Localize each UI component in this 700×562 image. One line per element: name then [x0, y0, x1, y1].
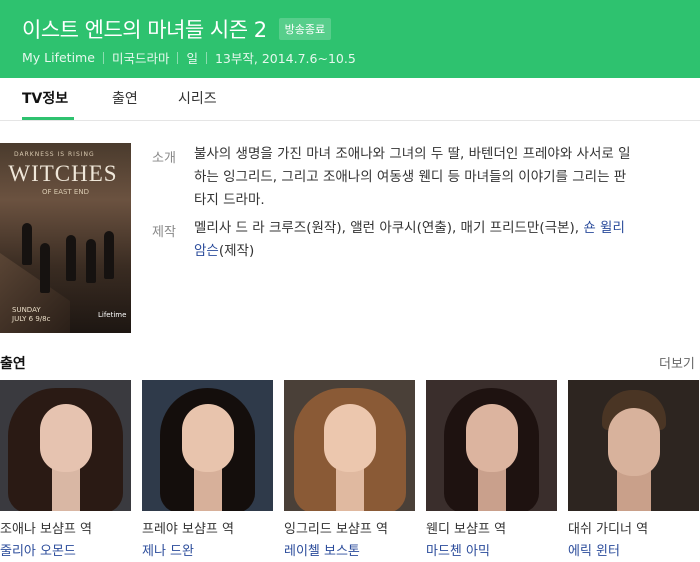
meta-divider	[205, 51, 207, 64]
character-role: 프레야 보샴프 역	[142, 522, 234, 537]
photo-face	[324, 404, 376, 472]
poster-figure	[86, 239, 96, 283]
credits-label: 제작	[152, 225, 176, 240]
actor-name-link[interactable]: 마드첸 아믹	[426, 540, 490, 559]
photo-face	[466, 404, 518, 472]
poster-network-logo: Lifetime	[98, 311, 127, 319]
photo-face	[182, 404, 234, 472]
poster-figure	[66, 235, 76, 281]
cast-card[interactable]: 대쉬 가디너 역 에릭 윈터	[568, 380, 699, 559]
producer-link[interactable]: 암슨	[194, 243, 219, 259]
channel-link[interactable]: My Lifetime	[22, 50, 95, 65]
tab-bar: TV정보 출연 시리즈	[0, 78, 700, 121]
cast-card[interactable]: 잉그리드 보샴프 역 레이첼 보스톤	[284, 380, 415, 559]
tab-series[interactable]: 시리즈	[178, 78, 217, 121]
actor-name-link[interactable]: 제나 드완	[142, 540, 194, 559]
actor-name-link[interactable]: 레이첼 보스톤	[284, 540, 360, 559]
actor-photo[interactable]	[568, 380, 699, 511]
status-badge: 방송종료	[278, 18, 332, 40]
photo-face	[40, 404, 92, 472]
character-role: 잉그리드 보샴프 역	[284, 522, 388, 537]
meta-divider	[102, 51, 104, 64]
poster-figure	[104, 231, 114, 279]
actor-photo[interactable]	[284, 380, 415, 511]
intro-label: 소개	[152, 151, 176, 166]
credits-names: 멜리사 드 라 크루즈(원작), 앨런 아쿠시(연출), 매기 프리드만(극본)…	[194, 220, 580, 236]
episode-info: 13부작, 2014.7.6~10.5	[214, 51, 356, 66]
photo-neck	[478, 466, 506, 511]
actor-name-link[interactable]: 줄리아 오몬드	[0, 540, 76, 559]
active-tab-indicator	[22, 117, 74, 120]
poster-subtitle: OF EAST END	[42, 188, 89, 196]
actor-photo[interactable]	[0, 380, 131, 511]
genre-link[interactable]: 미국드라마	[112, 48, 170, 67]
credits-text: 멜리사 드 라 크루즈(원작), 앨런 아쿠시(연출), 매기 프리드만(극본)…	[194, 217, 694, 263]
intro-line: 타지 드라마.	[194, 192, 265, 208]
poster-tagline: DARKNESS IS RISING	[14, 151, 95, 158]
meta-row: My Lifetime 미국드라마 일 13부작, 2014.7.6~10.5	[22, 48, 356, 67]
character-role: 대쉬 가디너 역	[568, 522, 649, 537]
meta-divider	[177, 51, 179, 64]
more-cast-link[interactable]: 더보기	[659, 353, 695, 372]
cast-card[interactable]: 조애나 보샴프 역 줄리아 오몬드	[0, 380, 131, 559]
producer-link[interactable]: 숀 윌리	[583, 220, 625, 236]
character-role: 웬디 보샴프 역	[426, 522, 507, 537]
poster-date-line: SUNDAY	[12, 306, 41, 314]
poster-figure	[40, 243, 50, 293]
title-row: 이스트 엔드의 마녀들 시즌 2 방송종료	[22, 14, 332, 44]
poster-date-line: JULY 6 9/8c	[12, 315, 51, 323]
intro-line: 하는 잉그리드, 그리고 조애나의 여동생 웬디 등 마녀들의 이야기를 그리는…	[194, 169, 627, 185]
actor-photo[interactable]	[426, 380, 557, 511]
poster-date: SUNDAY JULY 6 9/8c	[12, 306, 50, 324]
intro-line: 불사의 생명을 가진 마녀 조애나와 그녀의 두 딸, 바텐더인 프레야와 사서…	[194, 146, 631, 162]
actor-photo[interactable]	[142, 380, 273, 511]
photo-neck	[52, 466, 80, 511]
photo-face	[608, 408, 660, 476]
air-day: 일	[186, 51, 198, 66]
show-poster[interactable]: DARKNESS IS RISING WITCHES OF EAST END S…	[0, 143, 131, 333]
credits-suffix: (제작)	[218, 243, 255, 259]
tab-tv-info[interactable]: TV정보	[22, 78, 68, 121]
cast-card[interactable]: 웬디 보샴프 역 마드첸 아믹	[426, 380, 557, 559]
intro-text: 불사의 생명을 가진 마녀 조애나와 그녀의 두 딸, 바텐더인 프레야와 사서…	[194, 143, 694, 212]
cast-card[interactable]: 프레야 보샴프 역 제나 드완	[142, 380, 273, 559]
cast-heading: 출연	[0, 356, 26, 372]
photo-neck	[336, 466, 364, 511]
actor-name-link[interactable]: 에릭 윈터	[568, 540, 620, 559]
character-role: 조애나 보샴프 역	[0, 522, 92, 537]
poster-figure	[22, 223, 32, 265]
content-header: 이스트 엔드의 마녀들 시즌 2 방송종료 My Lifetime 미국드라마 …	[0, 0, 700, 78]
photo-neck	[194, 466, 222, 511]
tab-cast[interactable]: 출연	[112, 78, 138, 121]
show-title[interactable]: 이스트 엔드의 마녀들 시즌 2	[22, 14, 267, 44]
poster-title: WITCHES	[8, 161, 118, 186]
